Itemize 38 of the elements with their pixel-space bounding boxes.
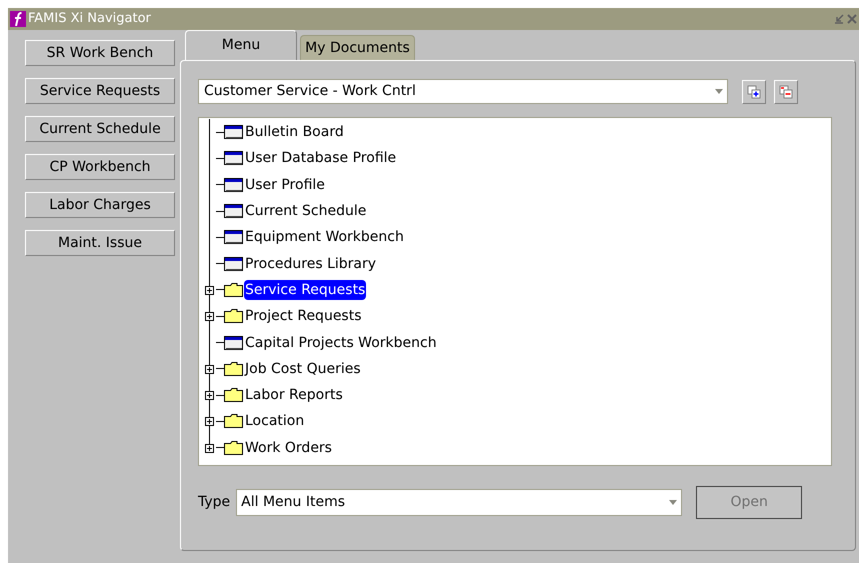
type-dropdown[interactable]: All Menu Items	[236, 489, 682, 516]
sidebar-button[interactable]: Labor Charges	[25, 192, 175, 218]
expand-icon[interactable]	[205, 417, 214, 426]
tree-item[interactable]: Current Schedule	[244, 201, 368, 222]
sidebar-button[interactable]: Service Requests	[25, 78, 175, 104]
sidebar-button[interactable]: Maint. Issue	[25, 230, 175, 256]
dropdown-arrow-icon	[669, 500, 678, 505]
tree-item[interactable]: Labor Reports	[244, 385, 344, 406]
tree-item[interactable]: User Database Profile	[244, 148, 398, 168]
expand-icon[interactable]	[205, 286, 214, 295]
sidebar-button[interactable]: CP Workbench	[25, 154, 175, 180]
expand-icon[interactable]	[205, 390, 214, 400]
expand-all-icon[interactable]	[742, 80, 766, 104]
tree-item[interactable]: User Profile	[244, 174, 326, 195]
tab[interactable]: My Documents	[300, 35, 415, 60]
tree-item[interactable]: Job Cost Queries	[244, 358, 362, 379]
sidebar-button[interactable]: SR Work Bench	[25, 40, 175, 66]
tree-item[interactable]: Capital Projects Workbench	[244, 332, 438, 353]
expand-icon[interactable]	[205, 364, 214, 374]
tree-item[interactable]: Bulletin Board	[244, 122, 345, 142]
collapse-all-icon[interactable]	[774, 80, 798, 104]
tree-item[interactable]: Service Requests	[244, 280, 366, 300]
expand-icon[interactable]	[205, 312, 214, 322]
dropdown-arrow-icon	[715, 89, 723, 94]
tree-item[interactable]: Work Orders	[244, 438, 333, 458]
dropdown-value: Customer Service - Work Cntrl	[204, 82, 417, 101]
menu-dropdown[interactable]: Customer Service - Work Cntrl	[198, 79, 728, 104]
type-label: Type	[198, 493, 230, 512]
tree-item[interactable]: Procedures Library	[244, 254, 378, 274]
tree-item[interactable]: Equipment Workbench	[244, 227, 405, 248]
tab[interactable]: Menu	[185, 30, 297, 60]
tree-item[interactable]: Project Requests	[244, 306, 363, 326]
app-logo-icon	[10, 11, 26, 27]
sidebar-button[interactable]: Current Schedule	[25, 116, 175, 142]
window-title: FAMIS Xi Navigator	[28, 10, 151, 28]
dropdown-value: All Menu Items	[241, 493, 346, 512]
expand-icon[interactable]	[205, 444, 214, 453]
tree-item[interactable]: Location	[244, 411, 306, 432]
